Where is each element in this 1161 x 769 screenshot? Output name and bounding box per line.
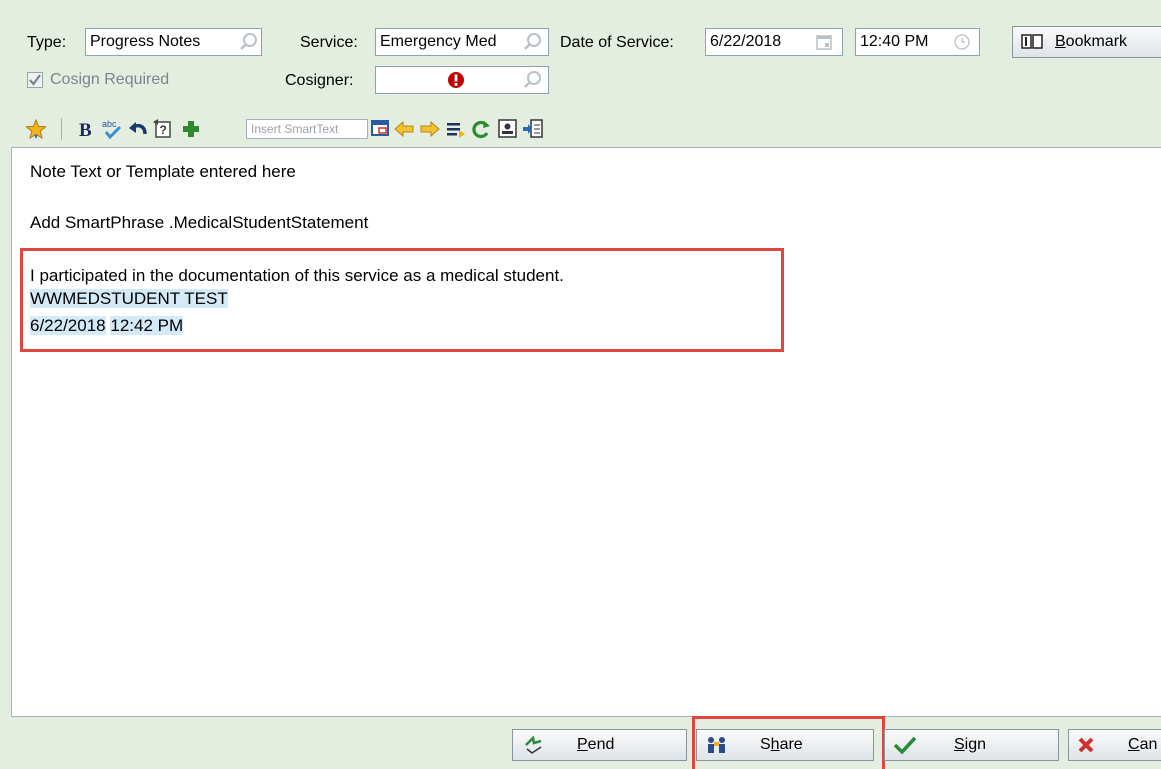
- import-icon[interactable]: [522, 118, 544, 140]
- toolbar-divider: [61, 118, 62, 140]
- bookmark-icon: [1021, 34, 1043, 49]
- statement-highlight-box: [20, 248, 784, 352]
- note-line-2: Add SmartPhrase .MedicalStudentStatement: [30, 213, 369, 232]
- refresh-icon[interactable]: [470, 118, 492, 140]
- date-value: 6/22/2018: [710, 33, 782, 50]
- plus-icon[interactable]: [180, 118, 202, 140]
- share-highlight-box: [692, 716, 885, 769]
- svg-text:abc: abc: [102, 119, 117, 129]
- type-value: Progress Notes: [90, 33, 201, 50]
- search-icon[interactable]: [523, 70, 543, 90]
- error-icon: [448, 72, 464, 88]
- star-icon[interactable]: [25, 118, 47, 140]
- checkmark-icon: [893, 736, 917, 755]
- type-label: Type:: [27, 34, 67, 51]
- list-icon[interactable]: [445, 118, 467, 140]
- bookmark-label-hotkey: B: [1055, 33, 1066, 50]
- close-icon: [1078, 737, 1094, 753]
- date-of-service-field[interactable]: 6/22/2018: [705, 28, 843, 56]
- search-icon[interactable]: [239, 32, 259, 52]
- sign-label: ign: [964, 736, 987, 753]
- sign-button[interactable]: Sign: [884, 729, 1059, 761]
- svg-text:?: ?: [160, 123, 167, 137]
- pend-label-hotkey: P: [577, 736, 588, 753]
- svg-text:B: B: [79, 120, 92, 140]
- bold-icon[interactable]: B: [75, 118, 97, 140]
- cancel-label-hotkey: C: [1128, 736, 1140, 753]
- help-icon[interactable]: ?: [152, 118, 174, 140]
- calendar-icon[interactable]: [814, 32, 834, 52]
- arrow-left-icon[interactable]: [393, 118, 415, 140]
- service-value: Emergency Med: [380, 33, 497, 50]
- arrow-right-icon[interactable]: [419, 118, 441, 140]
- cosigner-field[interactable]: [375, 66, 549, 94]
- note-line-1: Note Text or Template entered here: [30, 162, 296, 181]
- clock-icon[interactable]: [952, 32, 972, 52]
- time-field[interactable]: 12:40 PM: [855, 28, 980, 56]
- cosign-required-label: Cosign Required: [50, 71, 170, 88]
- spellcheck-icon[interactable]: abc: [101, 118, 123, 140]
- checkmark-icon: [29, 74, 41, 86]
- cosigner-label: Cosigner:: [285, 72, 354, 89]
- type-field[interactable]: Progress Notes: [85, 28, 262, 56]
- cosign-required-checkbox[interactable]: [27, 72, 43, 88]
- pend-label: end: [587, 736, 615, 753]
- insert-smarttext-field[interactable]: Insert SmartText: [246, 119, 368, 139]
- bookmark-button[interactable]: Bookmark: [1012, 26, 1161, 58]
- service-field[interactable]: Emergency Med: [375, 28, 549, 56]
- cancel-label: an: [1139, 736, 1158, 753]
- service-label: Service:: [300, 34, 358, 51]
- sign-label-hotkey: S: [954, 736, 965, 753]
- date-of-service-label: Date of Service:: [560, 34, 674, 51]
- undo-icon[interactable]: [127, 118, 149, 140]
- portrait-icon[interactable]: [497, 118, 519, 140]
- pend-icon: [525, 735, 542, 754]
- cancel-button[interactable]: Can: [1068, 729, 1161, 761]
- pend-button[interactable]: Pend: [512, 729, 687, 761]
- bookmark-label: ookmark: [1065, 33, 1128, 50]
- note-editor[interactable]: Note Text or Template entered here Add S…: [11, 147, 1161, 717]
- search-icon[interactable]: [523, 32, 543, 52]
- insert-smarttext-icon[interactable]: [370, 118, 392, 140]
- time-value: 12:40 PM: [860, 33, 929, 50]
